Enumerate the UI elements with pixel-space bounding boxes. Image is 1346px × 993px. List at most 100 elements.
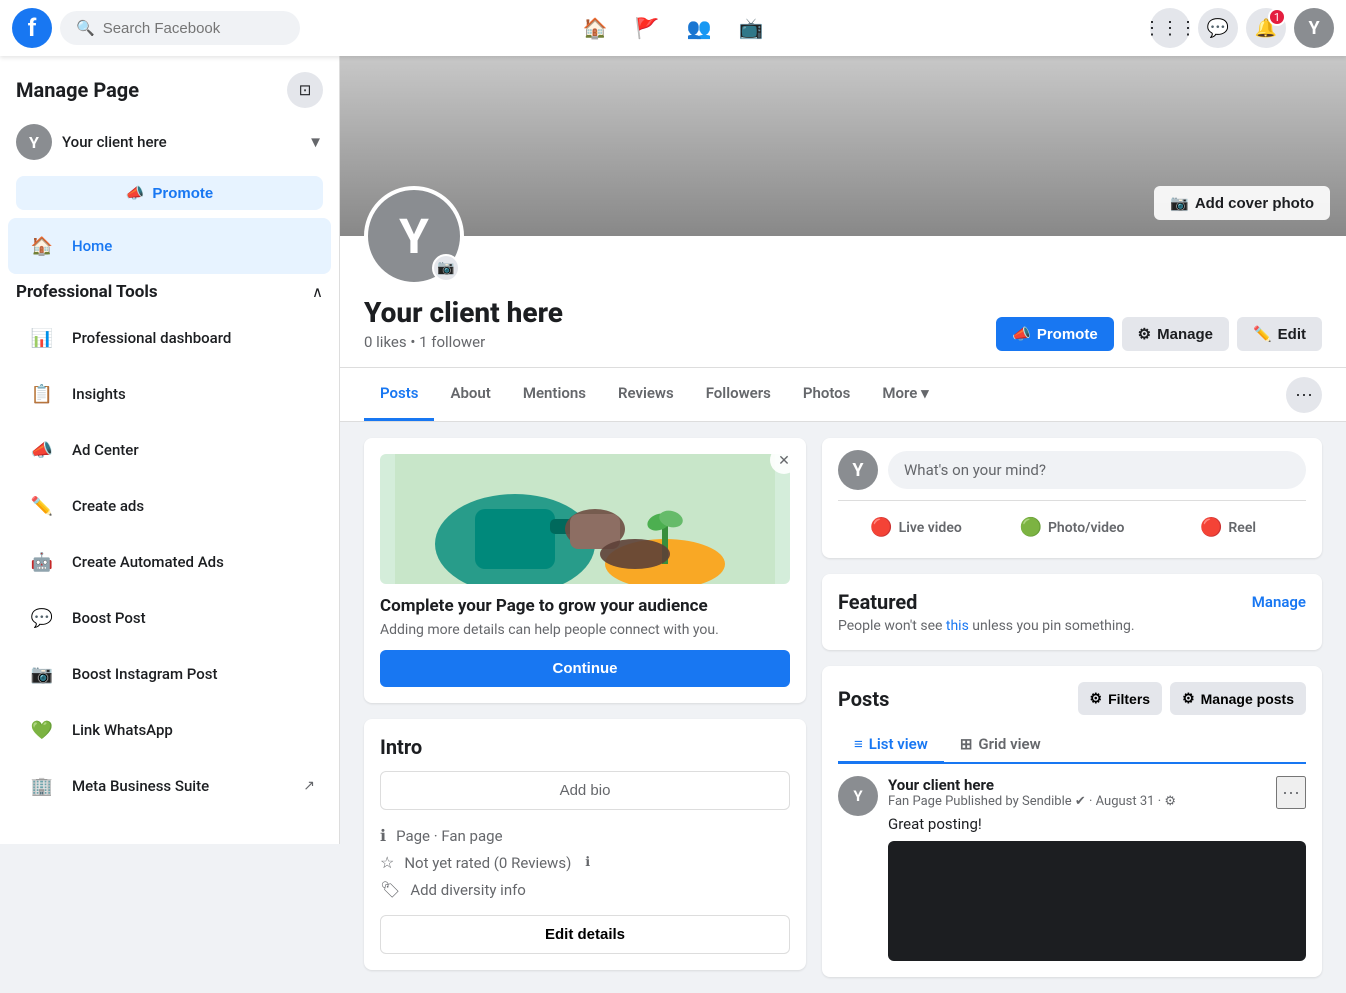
intro-diversity-row: 🏷 Add diversity info bbox=[380, 876, 790, 903]
tab-about[interactable]: About bbox=[434, 368, 506, 421]
topnav-center: 🏠 🚩 👥 📺 bbox=[453, 4, 894, 52]
tab-followers[interactable]: Followers bbox=[690, 368, 787, 421]
intro-title: Intro bbox=[380, 735, 790, 759]
boost-post-icon: 💬 bbox=[24, 600, 60, 636]
tab-more[interactable]: More ▾ bbox=[866, 368, 944, 421]
tab-photos[interactable]: Photos bbox=[787, 368, 867, 421]
filters-button[interactable]: ⚙ Filters bbox=[1078, 682, 1163, 715]
post-meta-verified-icon: ✔ bbox=[1075, 794, 1086, 809]
flag-nav-icon[interactable]: 🚩 bbox=[623, 4, 671, 52]
posts-view-tabs: ≡ List view ⊞ Grid view bbox=[838, 727, 1306, 764]
sidebar-item-home[interactable]: 🏠 Home bbox=[8, 218, 331, 274]
photo-video-action[interactable]: 🟢 Photo/video bbox=[994, 509, 1150, 546]
info-icon: ℹ bbox=[380, 826, 386, 845]
photo-video-label: Photo/video bbox=[1048, 520, 1125, 536]
insights-icon: 📋 bbox=[24, 376, 60, 412]
home-nav-icon[interactable]: 🏠 bbox=[571, 4, 619, 52]
edit-details-button[interactable]: Edit details bbox=[380, 915, 790, 954]
close-grow-card-button[interactable]: ✕ bbox=[770, 446, 798, 474]
tab-reviews[interactable]: Reviews bbox=[602, 368, 690, 421]
post-more-button[interactable]: ··· bbox=[1276, 776, 1306, 809]
composer-row: Y What's on your mind? bbox=[838, 450, 1306, 490]
post-image-preview bbox=[888, 841, 1306, 961]
tab-more-options-button[interactable]: ··· bbox=[1286, 377, 1322, 413]
topnav-right: ⋮⋮⋮ 💬 🔔 1 Y bbox=[893, 8, 1334, 48]
sidebar-user[interactable]: Y Your client here ▼ bbox=[0, 116, 339, 168]
post-settings-icon: ⚙ bbox=[1164, 794, 1176, 809]
grid-menu-button[interactable]: ⋮⋮⋮ bbox=[1150, 8, 1190, 48]
page-body: Complete your Page to grow your audience… bbox=[340, 422, 1346, 993]
live-video-label: Live video bbox=[899, 520, 962, 536]
sidebar-item-create-ads[interactable]: ✏️ Create ads bbox=[8, 478, 331, 534]
filters-icon: ⚙ bbox=[1090, 690, 1103, 707]
messenger-button[interactable]: 💬 bbox=[1198, 8, 1238, 48]
intro-diversity: Add diversity info bbox=[410, 881, 526, 899]
featured-header: Featured Manage bbox=[838, 590, 1306, 614]
grow-page-card: Complete your Page to grow your audience… bbox=[364, 438, 806, 703]
topnav-left: f 🔍 bbox=[12, 8, 453, 48]
whatsapp-icon: 💚 bbox=[24, 712, 60, 748]
main-layout: Manage Page ⊡ Y Your client here ▼ 📣 Pro… bbox=[0, 56, 1346, 993]
sidebar-nav-label-create-ads: Create ads bbox=[72, 497, 315, 515]
search-input[interactable] bbox=[103, 20, 284, 37]
composer-placeholder: What's on your mind? bbox=[904, 461, 1046, 479]
live-video-icon: 🔴 bbox=[870, 517, 892, 538]
diversity-icon: 🏷 bbox=[380, 880, 400, 899]
add-cover-photo-button[interactable]: 📷 Add cover photo bbox=[1154, 186, 1330, 220]
featured-manage-link[interactable]: Manage bbox=[1252, 593, 1306, 611]
boost-instagram-icon: 📷 bbox=[24, 656, 60, 692]
professional-tools-title: Professional Tools bbox=[16, 282, 158, 302]
post-item-meta: Fan Page Published by Sendible ✔ · Augus… bbox=[888, 794, 1176, 809]
illustration-svg bbox=[380, 454, 790, 584]
notifications-button[interactable]: 🔔 1 bbox=[1246, 8, 1286, 48]
tab-mentions[interactable]: Mentions bbox=[507, 368, 602, 421]
manage-posts-button[interactable]: ⚙ Manage posts bbox=[1170, 682, 1306, 715]
list-view-icon: ≡ bbox=[854, 735, 863, 753]
profile-info: Your client here 0 likes • 1 follower bbox=[364, 296, 563, 351]
post-item-text: Great posting! bbox=[888, 815, 1306, 833]
reel-action[interactable]: 🔴 Reel bbox=[1150, 509, 1306, 546]
grow-card-illustration bbox=[380, 454, 790, 584]
profile-name: Your client here bbox=[364, 296, 563, 329]
sidebar-item-insights[interactable]: 📋 Insights bbox=[8, 366, 331, 422]
facebook-logo: f bbox=[12, 8, 52, 48]
user-avatar-button[interactable]: Y bbox=[1294, 8, 1334, 48]
sidebar-item-meta-business-suite[interactable]: 🏢 Meta Business Suite ↗ bbox=[8, 758, 331, 814]
collapse-icon[interactable]: ∧ bbox=[312, 283, 323, 301]
sidebar-nav-label-dashboard: Professional dashboard bbox=[72, 329, 315, 347]
tv-nav-icon[interactable]: 📺 bbox=[727, 4, 775, 52]
post-meta-fan-page: Fan Page bbox=[888, 794, 942, 809]
create-ads-icon: ✏️ bbox=[24, 488, 60, 524]
manage-icon: ⚙ bbox=[1138, 325, 1151, 343]
sidebar-promote-button[interactable]: 📣 Promote bbox=[16, 176, 323, 210]
sidebar-item-boost-instagram[interactable]: 📷 Boost Instagram Post bbox=[8, 646, 331, 702]
composer-input[interactable]: What's on your mind? bbox=[888, 451, 1306, 489]
profile-avatar-camera-button[interactable]: 📷 bbox=[432, 254, 460, 282]
profile-promote-button[interactable]: 📣 Promote bbox=[996, 317, 1114, 351]
sidebar: Manage Page ⊡ Y Your client here ▼ 📣 Pro… bbox=[0, 56, 340, 844]
professional-tools-section: Professional Tools ∧ bbox=[0, 274, 339, 310]
sidebar-item-link-whatsapp[interactable]: 💚 Link WhatsApp bbox=[8, 702, 331, 758]
list-view-tab[interactable]: ≡ List view bbox=[838, 727, 944, 764]
profile-edit-button[interactable]: ✏️ Edit bbox=[1237, 317, 1322, 351]
sidebar-header-icon[interactable]: ⊡ bbox=[287, 72, 323, 108]
profile-manage-button[interactable]: ⚙ Manage bbox=[1122, 317, 1229, 351]
sidebar-item-boost-post[interactable]: 💬 Boost Post bbox=[8, 590, 331, 646]
sidebar-user-name: Your client here bbox=[62, 133, 298, 151]
sidebar-item-ad-center[interactable]: 📣 Ad Center bbox=[8, 422, 331, 478]
sidebar-item-professional-dashboard[interactable]: 📊 Professional dashboard bbox=[8, 310, 331, 366]
profile-info-row: Your client here 0 likes • 1 follower 📣 … bbox=[364, 236, 1322, 351]
grid-view-tab[interactable]: ⊞ Grid view bbox=[944, 727, 1057, 764]
search-bar[interactable]: 🔍 bbox=[60, 11, 300, 45]
post-composer: Y What's on your mind? 🔴 Live video 🟢 Ph… bbox=[822, 438, 1322, 558]
live-video-action[interactable]: 🔴 Live video bbox=[838, 509, 994, 546]
sidebar-item-create-automated-ads[interactable]: 🤖 Create Automated Ads bbox=[8, 534, 331, 590]
grid-view-icon: ⊞ bbox=[960, 735, 973, 753]
continue-button[interactable]: Continue bbox=[380, 650, 790, 687]
people-nav-icon[interactable]: 👥 bbox=[675, 4, 723, 52]
post-item-name: Your client here bbox=[888, 776, 1176, 794]
featured-this-link[interactable]: this bbox=[946, 618, 969, 634]
add-bio-button[interactable]: Add bio bbox=[380, 771, 790, 810]
tab-posts[interactable]: Posts bbox=[364, 368, 434, 421]
post-meta-published: Published by Sendible bbox=[945, 794, 1072, 809]
